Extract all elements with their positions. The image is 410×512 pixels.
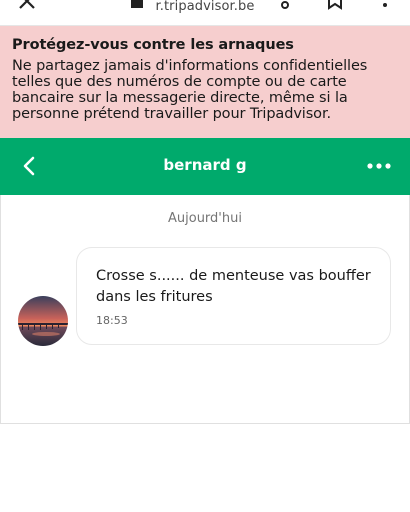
bookmark-icon[interactable] [326, 0, 344, 10]
avatar[interactable] [18, 296, 68, 346]
sunset-pier-photo [18, 296, 68, 346]
more-horizontal-icon[interactable] [366, 154, 392, 178]
browser-toolbar: r.tripadvisor.be [0, 0, 410, 26]
chat-header: bernard g [0, 138, 410, 195]
message-text: Crosse s...... de menteuse vas bouffer d… [96, 268, 371, 305]
menu-icon[interactable] [376, 0, 394, 10]
contact-name: bernard g [163, 156, 247, 174]
message-bubble[interactable]: Crosse s...... de menteuse vas bouffer d… [76, 247, 391, 345]
share-icon[interactable] [276, 0, 294, 10]
scam-warning-banner: Protégez-vous contre les arnaques Ne par… [0, 26, 410, 138]
url-bar[interactable]: r.tripadvisor.be [0, 0, 410, 14]
day-separator: Aujourd'hui [168, 211, 242, 226]
message-time: 18:53 [96, 314, 128, 327]
warning-body: Ne partagez jamais d'informations confid… [12, 58, 368, 122]
message-thread[interactable]: Aujourd'hui Crosse s...... de menteuse v… [0, 195, 410, 424]
warning-title: Protégez-vous contre les arnaques [12, 37, 294, 53]
